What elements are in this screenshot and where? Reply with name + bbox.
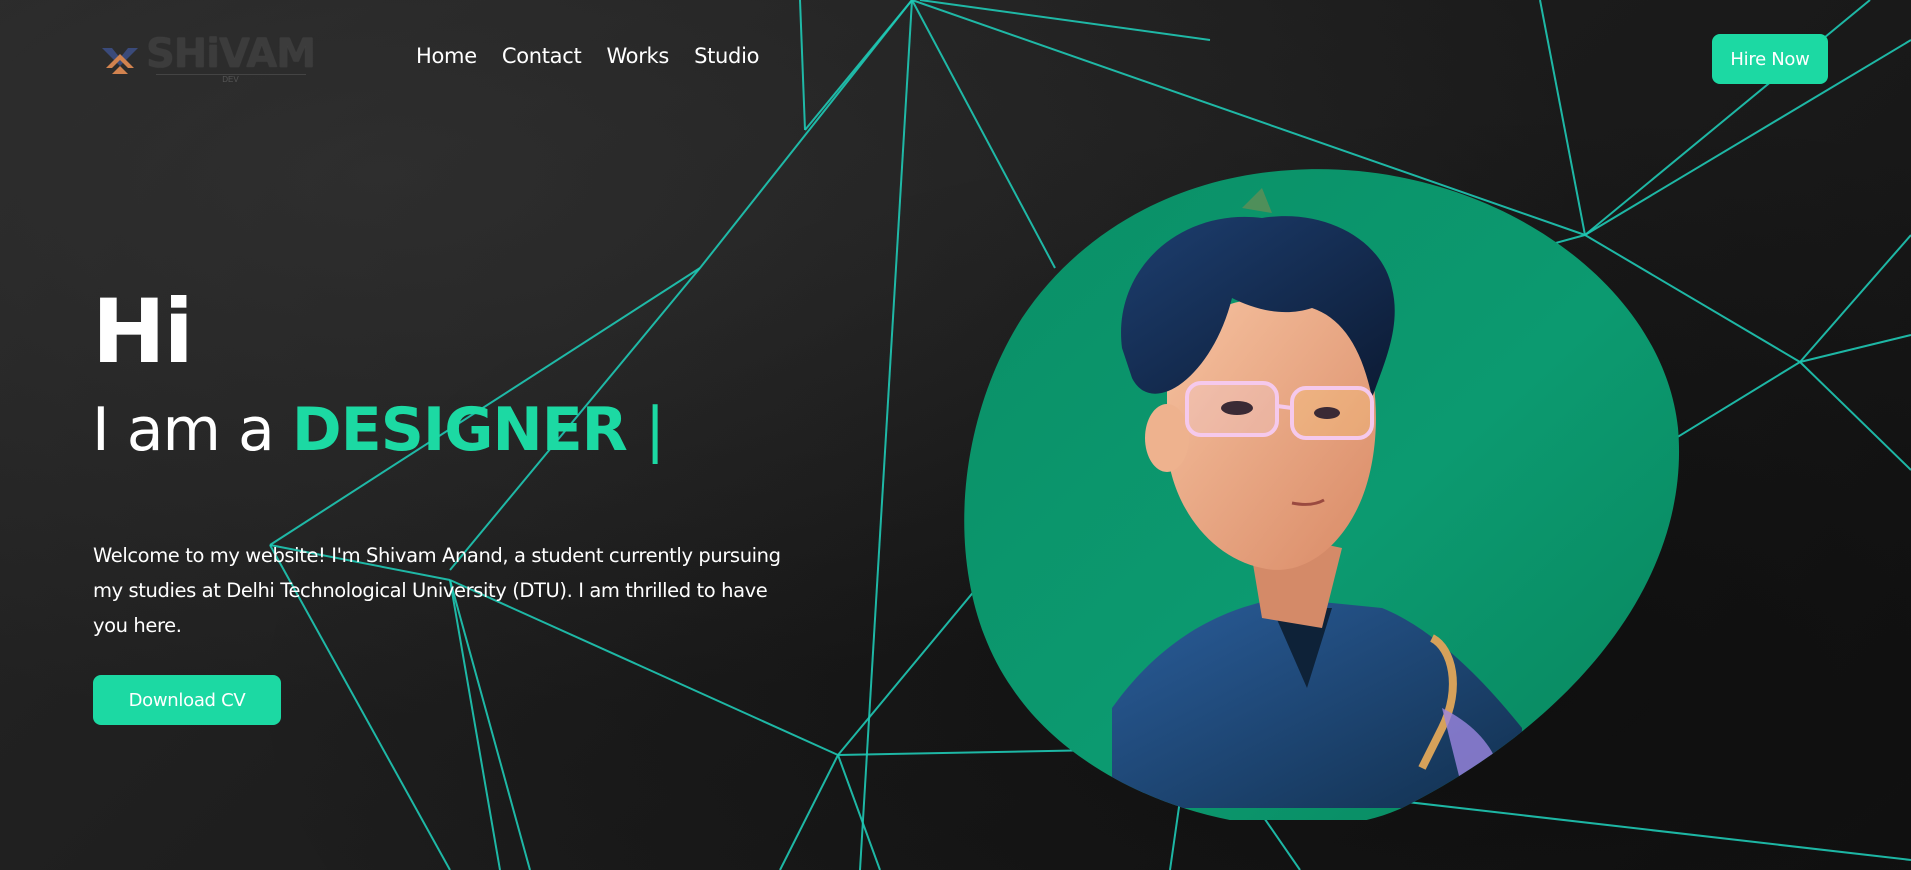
hero-greeting: Hi <box>92 280 194 383</box>
typing-cursor: | <box>626 395 665 465</box>
nav-studio[interactable]: Studio <box>694 44 759 68</box>
avatar-illustration-icon <box>964 169 1680 828</box>
hero-role-line: I am a DESIGNER | <box>92 392 665 468</box>
logo-text: SHiVAM <box>146 31 316 77</box>
page: SHiVAM DEV Home Contact Works Studio Hir… <box>0 0 1911 870</box>
hire-now-button[interactable]: Hire Now <box>1712 34 1828 84</box>
nav-home[interactable]: Home <box>416 44 477 68</box>
role-word: DESIGNER <box>291 395 628 465</box>
nav-contact[interactable]: Contact <box>502 44 582 68</box>
logo-subtext: DEV <box>155 74 306 85</box>
role-prefix: I am a <box>92 395 292 465</box>
hero-intro: Welcome to my website! I'm Shivam Anand,… <box>93 543 781 637</box>
portrait <box>962 168 1680 828</box>
nav-works[interactable]: Works <box>606 44 669 68</box>
main-nav: Home Contact Works Studio <box>416 44 759 68</box>
header: SHiVAM DEV Home Contact Works Studio Hir… <box>0 0 1911 118</box>
download-cv-button[interactable]: Download CV <box>93 675 281 725</box>
logo-mark-icon <box>102 47 138 74</box>
logo-wordmark: SHiVAM DEV <box>146 31 316 85</box>
logo[interactable]: SHiVAM DEV <box>98 31 316 85</box>
